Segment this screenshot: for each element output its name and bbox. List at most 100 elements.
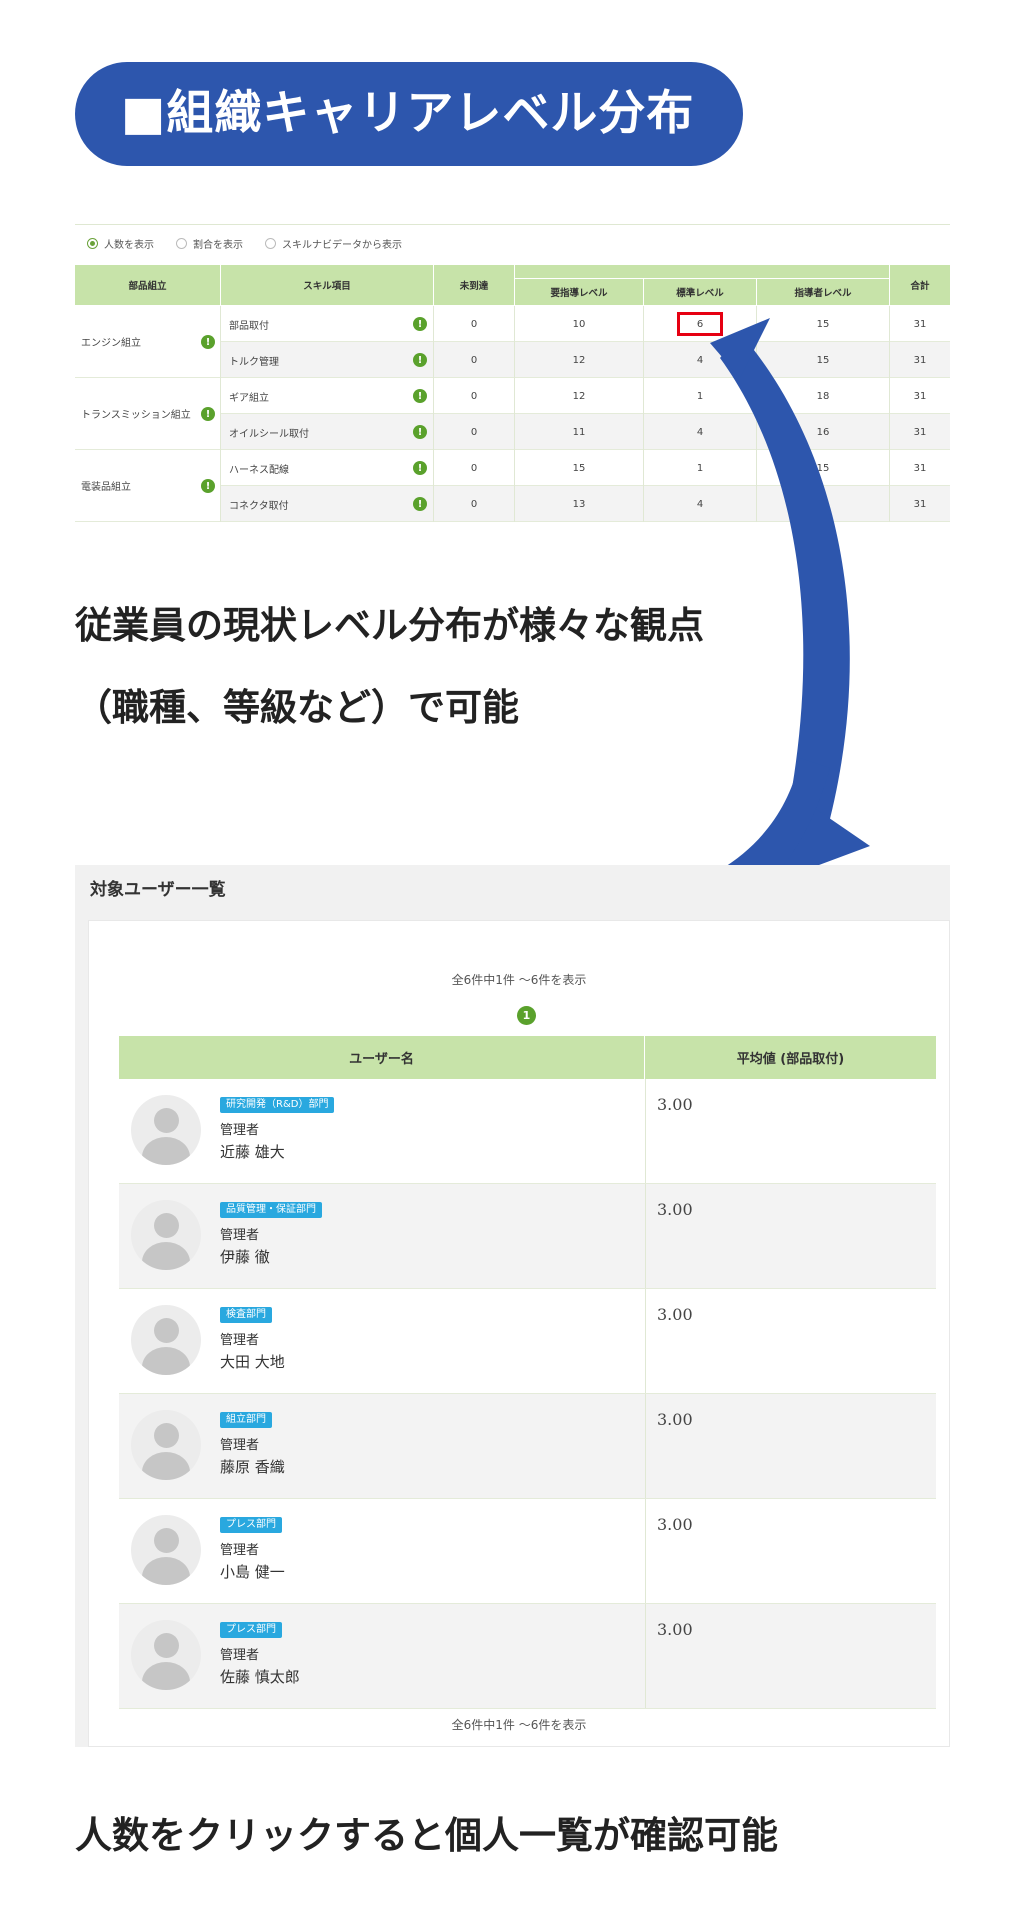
count-cell-needs[interactable]: 13 [515,486,643,522]
radio-label: 人数を表示 [104,240,154,251]
header-average: 平均値 (部品取付) [736,1052,845,1067]
avatar [131,1515,201,1585]
skill-label: 部品取付 [229,320,269,332]
skill-label: ハーネス配線 [229,464,289,476]
column-divider [433,306,434,522]
user-role: 管理者 [220,1543,260,1558]
count-cell-unassigned[interactable]: 0 [434,378,514,414]
user-row[interactable]: プレス部門 管理者 小島 健一 3.00 [119,1499,936,1604]
skill-name: ハーネス配線 [229,450,433,486]
count-cell-total: 31 [890,342,950,378]
user-role: 管理者 [220,1333,260,1348]
user-name-link[interactable]: 佐藤 慎太郎 [220,1666,300,1687]
user-row[interactable]: 研究開発（R&D）部門 管理者近藤 雄大 3.00 [119,1079,936,1184]
avatar-body [142,1452,190,1480]
avatar-body [142,1242,190,1270]
avatar-body [142,1347,190,1375]
user-name-link[interactable]: 伊藤 徹 [220,1246,270,1267]
column-divider [514,306,515,522]
count-value: 15 [572,462,586,474]
count-value: 31 [913,426,927,438]
count-cell-unassigned[interactable]: 0 [434,342,514,378]
user-row[interactable]: プレス部門 管理者 佐藤 慎太郎 3.00 [119,1604,936,1709]
average-value: 3.00 [657,1095,693,1114]
count-cell-needs[interactable]: 15 [515,450,643,486]
count-cell-needs[interactable]: 10 [515,306,643,342]
warning-icon[interactable]: ! [201,407,215,421]
skill-label: オイルシール取付 [229,428,309,440]
department-badge: 品質管理・保証部門 [220,1202,322,1218]
radio-dot[interactable] [265,238,276,249]
count-cell-unassigned[interactable]: 0 [434,486,514,522]
count-value: 11 [572,426,586,438]
count-cell-total: 31 [890,378,950,414]
avatar [131,1200,201,1270]
page-number-button[interactable]: 1 [517,1006,536,1025]
radio-dot-selected[interactable] [87,238,98,249]
user-row[interactable]: 検査部門 管理者 大田 大地 3.00 [119,1289,936,1394]
count-cell-needs[interactable]: 12 [515,378,643,414]
radio-show-ratio[interactable]: 割合を表示 [176,236,243,251]
count-cell-total: 31 [890,486,950,522]
user-role: 管理者 [220,1123,260,1138]
avatar [131,1410,201,1480]
count-cell-needs[interactable]: 11 [515,414,643,450]
user-row[interactable]: 組立部門管理者藤原 香織 3.00 [119,1394,936,1499]
avatar [131,1095,201,1165]
avatar-head [154,1633,179,1658]
count-value: 12 [572,390,586,402]
avatar [131,1305,201,1375]
skill-label: トルク管理 [229,356,279,368]
column-divider [220,306,221,522]
avatar-head [154,1108,179,1133]
count-cell-unassigned[interactable]: 0 [434,306,514,342]
skill-name: コネクタ取付 [229,486,433,522]
department-badge: 研究開発（R&D）部門 [220,1097,335,1113]
radio-dot[interactable] [176,238,187,249]
avatar-head [154,1213,179,1238]
count-value: 0 [470,426,478,438]
count-cell-total: 31 [890,450,950,486]
count-cell-unassigned[interactable]: 0 [434,414,514,450]
column-divider [889,306,890,522]
avatar-body [142,1137,190,1165]
panel-title: 対象ユーザー一覧 [90,880,226,900]
user-role: 管理者 [220,1438,260,1453]
warning-icon[interactable]: ! [413,461,427,475]
skill-name: ギア組立 [229,378,433,414]
warning-icon[interactable]: ! [201,479,215,493]
user-name-link[interactable]: 小島 健一 [220,1561,285,1582]
description-line-2: （職種、等級など）で可能 [75,686,519,729]
department-badge: 組立部門 [220,1412,272,1428]
department-name: エンジン組立 [81,338,141,349]
user-name-link[interactable]: 大田 大地 [220,1351,285,1372]
user-role: 管理者 [220,1228,260,1243]
radio-show-skillnavi[interactable]: スキルナビデータから表示 [265,236,402,251]
header-level-group [515,265,889,278]
header-instructor: 指導者レベル [757,279,889,305]
warning-icon[interactable]: ! [413,497,427,511]
count-cell-unassigned[interactable]: 0 [434,450,514,486]
warning-icon[interactable]: ! [201,335,215,349]
column-divider [645,1604,646,1708]
header-needs-guidance: 要指導レベル [515,279,643,305]
pager-summary-bottom: 全6件中1件 ～6件を表示 [451,1718,587,1732]
warning-icon[interactable]: ! [413,425,427,439]
warning-icon[interactable]: ! [413,353,427,367]
count-value: 31 [913,354,927,366]
header-department: 部品組立 [75,265,220,305]
column-divider [645,1394,646,1498]
radio-show-count[interactable]: 人数を表示 [87,236,154,251]
warning-icon[interactable]: ! [413,317,427,331]
skill-name: トルク管理 [229,342,433,378]
user-name-link[interactable]: 藤原 香織 [220,1456,285,1477]
user-row[interactable]: 品質管理・保証部門 管理者 伊藤 徹 3.00 [119,1184,936,1289]
count-cell-total: 31 [890,414,950,450]
user-name-link[interactable]: 近藤 雄大 [220,1141,285,1162]
count-value: 31 [913,318,927,330]
average-value: 3.00 [657,1410,693,1429]
page-title: ■組織キャリアレベル分布 [75,62,743,166]
department-badge: プレス部門 [220,1517,282,1533]
count-cell-needs[interactable]: 12 [515,342,643,378]
warning-icon[interactable]: ! [413,389,427,403]
